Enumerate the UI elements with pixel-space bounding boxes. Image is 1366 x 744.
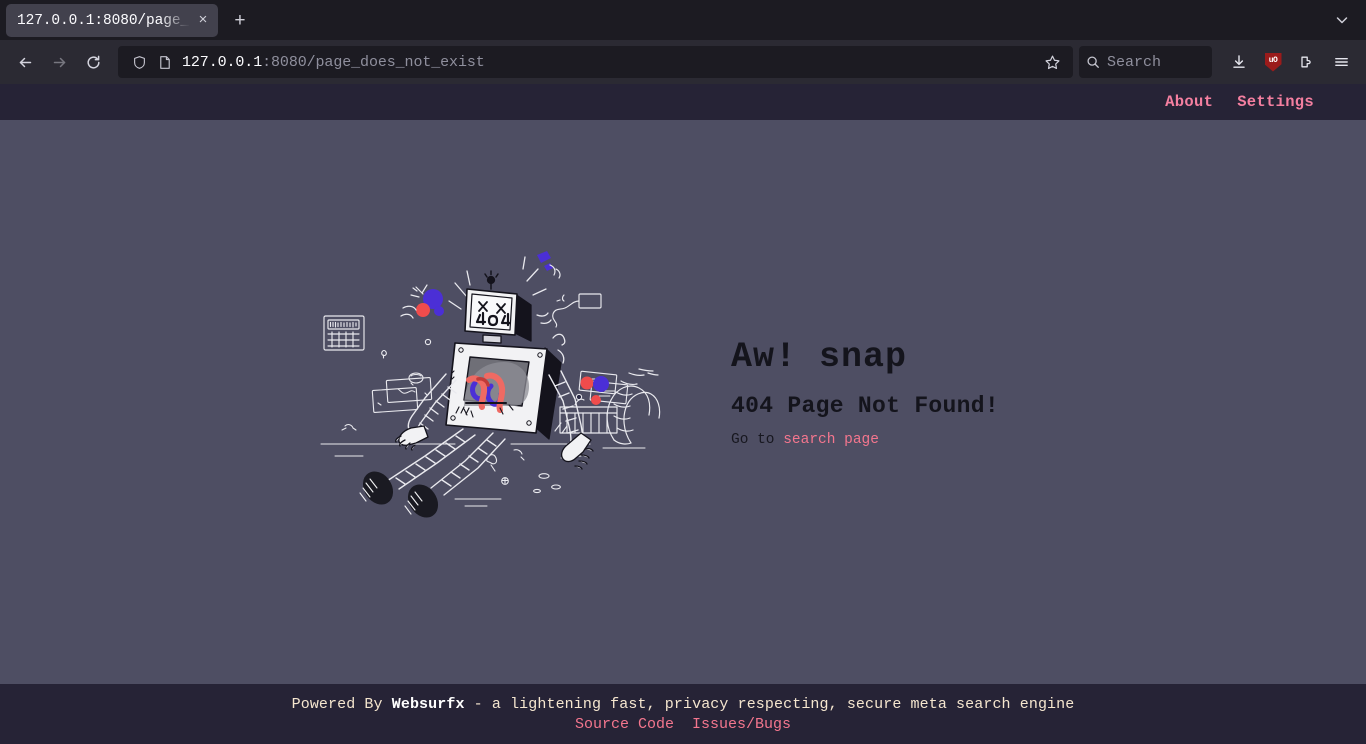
footer-link-source-code[interactable]: Source Code <box>575 716 674 733</box>
page-icon[interactable] <box>152 49 178 75</box>
footer-link-issues-bugs[interactable]: Issues/Bugs <box>692 716 791 733</box>
nav-link-about[interactable]: About <box>1165 93 1213 111</box>
go-to-prefix: Go to <box>731 431 784 448</box>
url-bar[interactable]: 127.0.0.1:8080/page_does_not_exist <box>118 46 1073 78</box>
search-page-link[interactable]: search page <box>783 432 879 448</box>
browser-toolbar: 127.0.0.1:8080/page_does_not_exist Searc… <box>0 40 1366 84</box>
url-path: :8080/page_does_not_exist <box>262 53 485 71</box>
app-menu-icon[interactable] <box>1324 46 1358 78</box>
shield-icon[interactable] <box>126 49 152 75</box>
go-to-search-text: Go to search page <box>731 432 1051 448</box>
brand-name: Websurfx <box>391 695 465 713</box>
nav-link-settings[interactable]: Settings <box>1237 93 1314 111</box>
error-page-content: Aw! snap 404 Page Not Found! Go to searc… <box>0 120 1366 684</box>
powered-by-prefix: Powered By <box>291 695 392 713</box>
browser-window: 127.0.0.1:8080/page_d × + 127.0.0.1:8080… <box>0 0 1366 744</box>
ublock-origin-icon[interactable]: uO <box>1256 46 1290 78</box>
extensions-icon[interactable] <box>1290 46 1324 78</box>
web-page: About Settings Aw! snap 404 Page Not Fou… <box>0 84 1366 744</box>
search-placeholder: Search <box>1107 53 1162 71</box>
error-text-block: Aw! snap 404 Page Not Found! Go to searc… <box>731 338 1051 448</box>
error-headline: Aw! snap <box>731 337 908 378</box>
site-navigation: About Settings <box>0 84 1366 120</box>
tab-strip: 127.0.0.1:8080/page_d × + <box>0 0 1366 40</box>
bookmark-star-icon[interactable] <box>1037 47 1067 77</box>
url-host: 127.0.0.1 <box>182 53 263 71</box>
new-tab-icon[interactable]: + <box>224 6 256 36</box>
close-tab-icon[interactable]: × <box>192 10 214 32</box>
error-subhead: 404 Page Not Found! <box>731 392 999 419</box>
footer-links: Source Code Issues/Bugs <box>575 716 791 733</box>
list-all-tabs-icon[interactable] <box>1326 5 1358 35</box>
ublock-badge-label: uO <box>1268 55 1278 65</box>
back-icon[interactable] <box>8 46 42 78</box>
toolbar-actions: uO <box>1222 46 1358 78</box>
forward-icon[interactable] <box>42 46 76 78</box>
reload-icon[interactable] <box>76 46 110 78</box>
tagline-text: - a lightening fast, privacy respecting,… <box>464 695 1075 713</box>
downloads-icon[interactable] <box>1222 46 1256 78</box>
site-footer: Powered By Websurfx - a lightening fast,… <box>0 684 1366 744</box>
url-text: 127.0.0.1:8080/page_does_not_exist <box>178 54 1037 71</box>
search-input[interactable]: Search <box>1079 46 1212 78</box>
search-icon <box>1087 56 1099 68</box>
footer-tagline: Powered By Websurfx - a lightening fast,… <box>292 696 1075 713</box>
browser-tab[interactable]: 127.0.0.1:8080/page_d × <box>6 4 218 37</box>
broken-robot-404-illustration <box>315 243 675 543</box>
tab-title: 127.0.0.1:8080/page_d <box>17 12 192 29</box>
